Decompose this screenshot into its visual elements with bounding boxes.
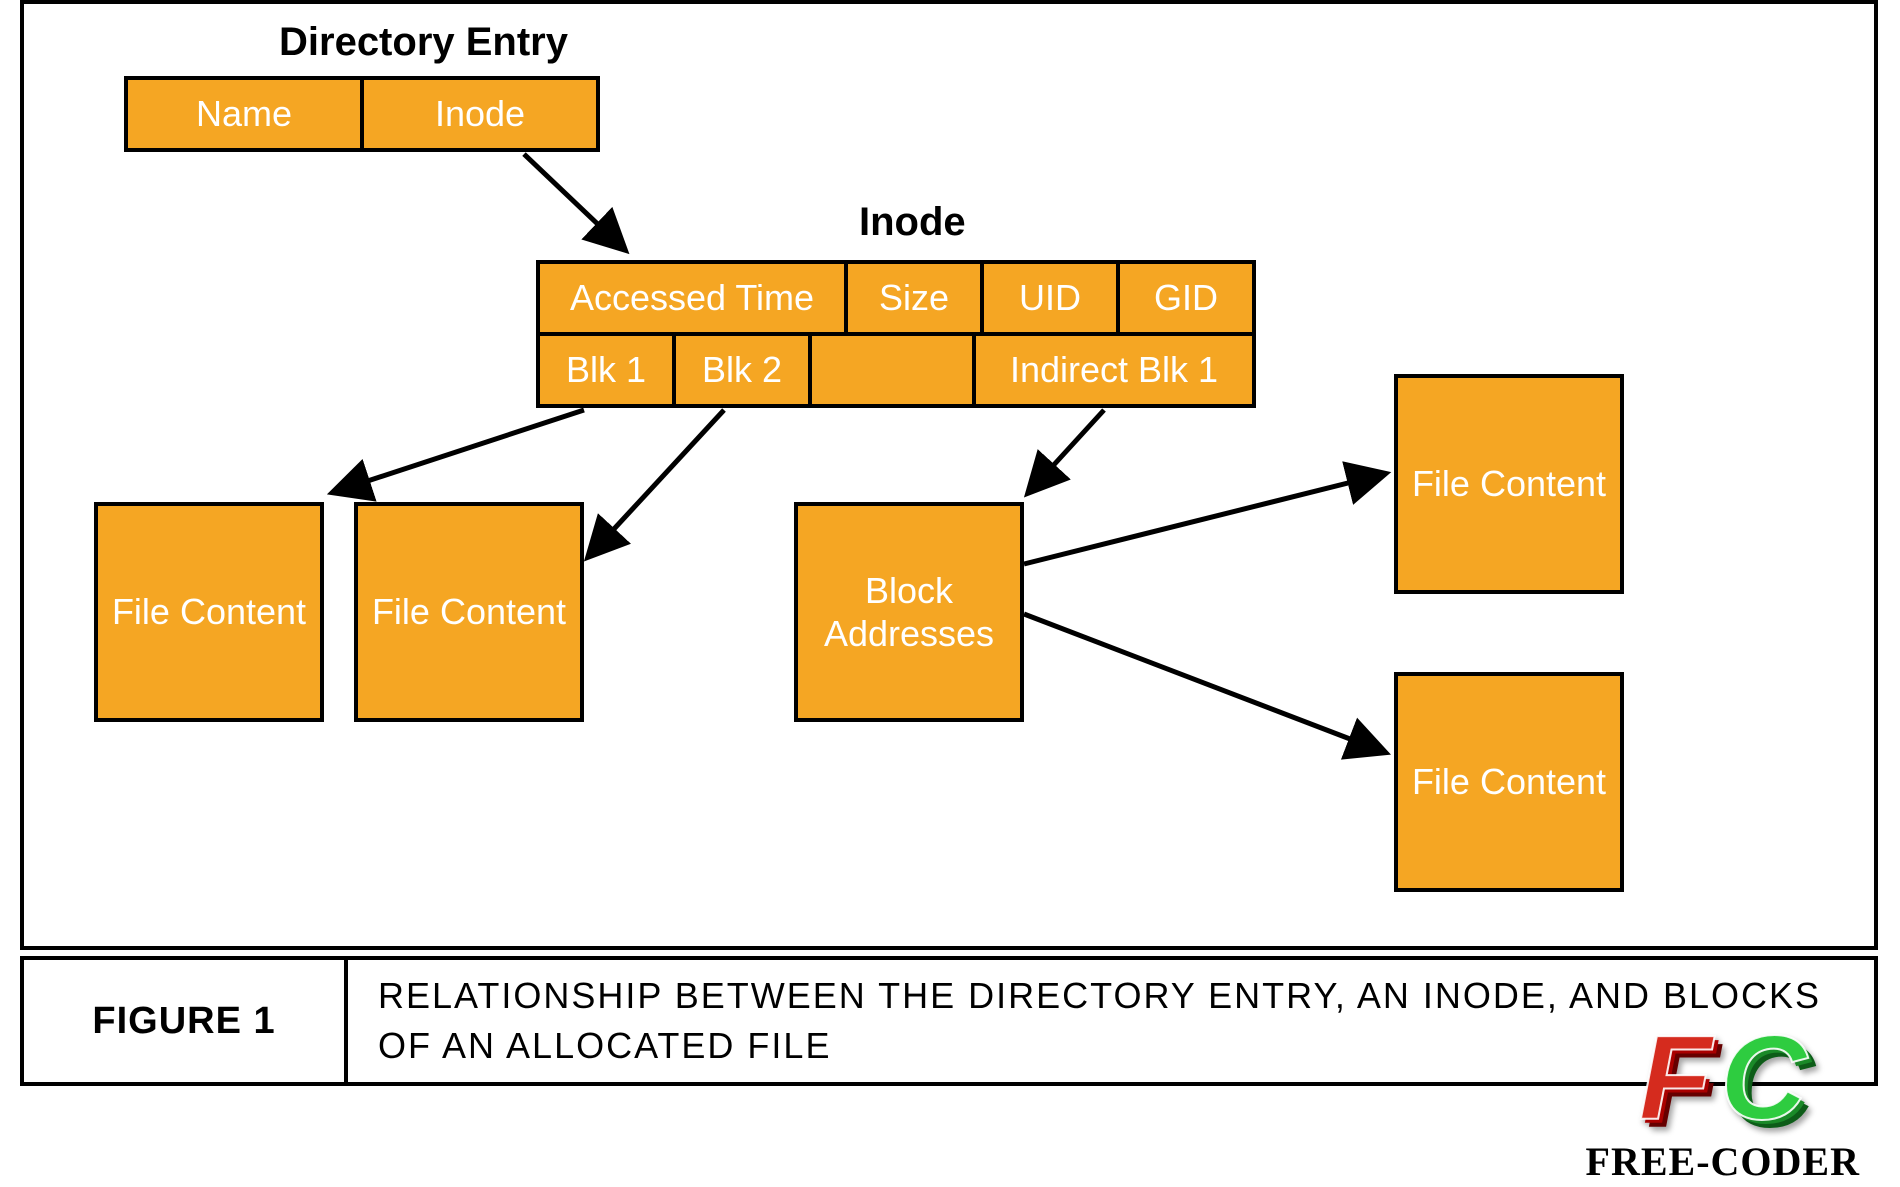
file-content-block-3: File Content [1394,374,1624,594]
watermark-letter-c: C [1716,1018,1811,1138]
block-addresses-block: Block Addresses [794,502,1024,722]
de-name-cell: Name [124,76,364,152]
inode-indirect-blk1-cell: Indirect Blk 1 [972,332,1256,408]
inode-accessed-time-cell: Accessed Time [536,260,848,336]
inode-size-cell: Size [844,260,984,336]
file-content-block-2: File Content [354,502,584,722]
diagram-frame: Directory Entry Inode Name Inode Accesse… [20,0,1878,950]
watermark: F C FREE-CODER [1586,1018,1860,1185]
watermark-text: FREE-CODER [1586,1138,1860,1185]
inode-empty-cell [808,332,976,408]
heading-inode: Inode [859,200,966,245]
inode-gid-cell: GID [1116,260,1256,336]
file-content-block-4: File Content [1394,672,1624,892]
inode-blk2-cell: Blk 2 [672,332,812,408]
watermark-letter-f: F [1635,1018,1716,1138]
inode-uid-cell: UID [980,260,1120,336]
heading-directory-entry: Directory Entry [279,20,568,65]
watermark-logo-icon: F C [1586,1018,1860,1138]
de-inode-cell: Inode [360,76,600,152]
inode-blk1-cell: Blk 1 [536,332,676,408]
caption-label: FIGURE 1 [24,960,348,1082]
file-content-block-1: File Content [94,502,324,722]
